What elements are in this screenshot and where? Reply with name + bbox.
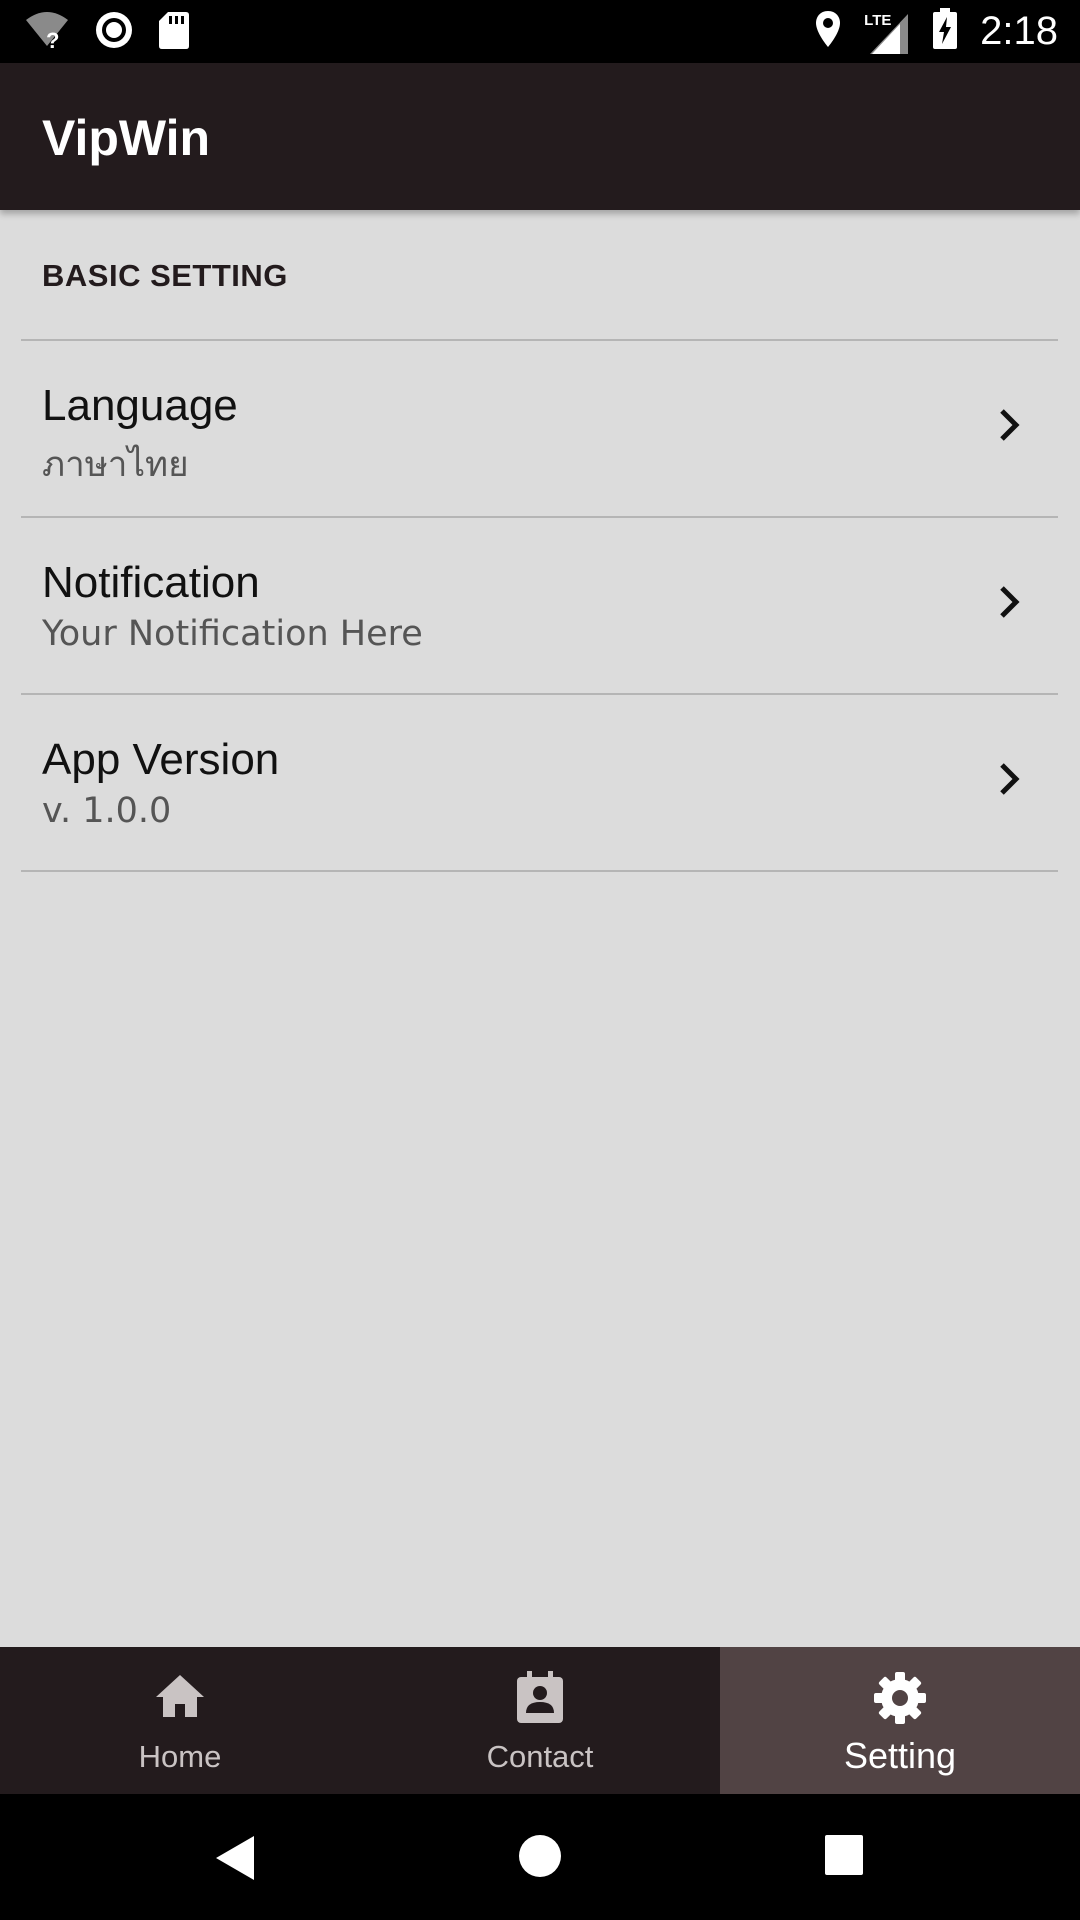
app-version-row[interactable]: App Version v. 1.0.0: [0, 695, 1080, 871]
back-icon[interactable]: [214, 1834, 256, 1887]
nav-setting[interactable]: Setting: [720, 1647, 1080, 1794]
divider: [21, 870, 1058, 872]
nav-contact[interactable]: Contact: [360, 1647, 720, 1794]
signal-icon: LTE: [864, 10, 910, 54]
app-version-title: App Version: [42, 735, 280, 784]
recents-icon[interactable]: [824, 1834, 864, 1881]
chevron-right-icon: [996, 405, 1024, 450]
system-navigation-bar: [0, 1794, 1080, 1920]
home-button-icon[interactable]: [518, 1834, 562, 1883]
language-title: Language: [42, 381, 238, 430]
chevron-right-icon: [996, 759, 1024, 804]
gear-icon: [873, 1671, 927, 1730]
app-title: VipWin: [42, 110, 211, 166]
contact-icon: [515, 1671, 565, 1730]
battery-charging-icon: [932, 8, 958, 55]
app-bar: VipWin: [0, 63, 1080, 210]
nav-home-label: Home: [138, 1739, 222, 1774]
language-row[interactable]: Language ภาษาไทย: [0, 341, 1080, 517]
nav-setting-label: Setting: [843, 1735, 957, 1776]
sd-card-icon: [158, 10, 190, 55]
notification-title: Notification: [42, 558, 260, 607]
svg-text:?: ?: [46, 28, 59, 50]
home-icon: [152, 1671, 208, 1726]
language-value: ภาษาไทย: [42, 445, 189, 485]
bottom-navigation: Home Contact Setting: [0, 1647, 1080, 1794]
notification-row[interactable]: Notification Your Notification Here: [0, 518, 1080, 694]
section-header: BASIC SETTING: [42, 258, 288, 293]
status-bar: ? LTE 2:18: [0, 0, 1080, 63]
record-icon: [94, 10, 134, 55]
nav-contact-label: Contact: [486, 1739, 594, 1774]
wifi-unknown-icon: ?: [24, 10, 70, 55]
app-version-value: v. 1.0.0: [42, 791, 172, 831]
nav-home[interactable]: Home: [0, 1647, 360, 1794]
clock: 2:18: [980, 9, 1058, 53]
location-icon: [814, 9, 842, 54]
chevron-right-icon: [996, 582, 1024, 627]
notification-value: Your Notification Here: [42, 614, 423, 654]
